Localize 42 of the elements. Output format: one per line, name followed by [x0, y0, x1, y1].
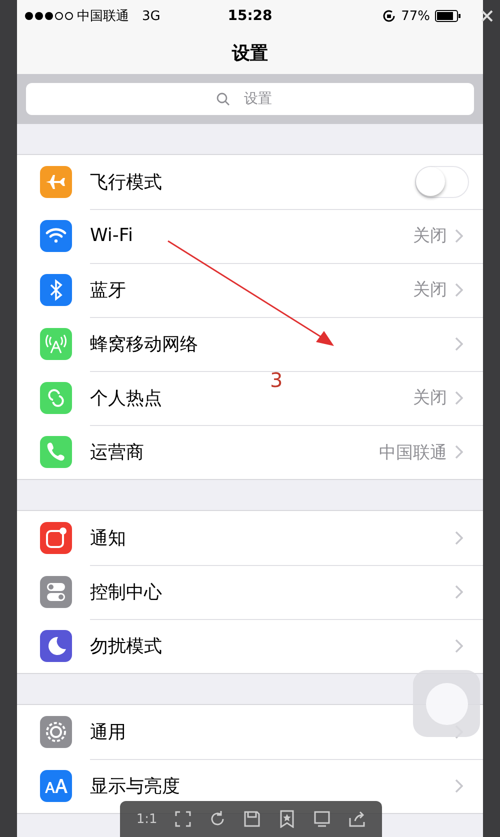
bookmark-star-icon[interactable] [278, 810, 296, 828]
chevron-icon [455, 530, 463, 544]
row-label[interactable]: 飞行模式 [90, 170, 162, 194]
clock: 15:28 [228, 8, 272, 24]
row-label[interactable]: 显示与亮度 [90, 774, 180, 798]
row-label[interactable]: 通知 [90, 526, 126, 550]
search-field[interactable]: 设置 [26, 83, 474, 115]
row-value: 关闭 [413, 279, 447, 301]
signal-icon [24, 11, 74, 21]
save-icon[interactable] [243, 810, 262, 828]
chevron-icon [455, 336, 463, 350]
window-icon[interactable] [312, 810, 331, 828]
chevron-icon [455, 445, 463, 459]
chevron-icon [455, 390, 463, 404]
row-value: 中国联通 [379, 442, 447, 464]
row-label[interactable]: 勿扰模式 [90, 634, 162, 658]
close-icon[interactable] [481, 10, 493, 22]
chevron-icon [455, 282, 463, 296]
row-label[interactable]: 运营商 [90, 440, 144, 464]
carrier-name: 中国联通 [77, 8, 129, 25]
chevron-icon [455, 584, 463, 598]
battery-icon [435, 10, 461, 22]
row-label[interactable]: 通用 [90, 720, 126, 744]
row-value: 关闭 [413, 225, 447, 247]
actual-size-button[interactable]: 1:1 [136, 812, 158, 826]
chevron-icon [455, 639, 463, 653]
page-title: 设置 [232, 42, 268, 65]
row-label[interactable]: 个人热点 [90, 386, 162, 410]
battery-percent: 77% [401, 8, 430, 24]
chevron-icon [455, 228, 463, 242]
rotation-lock-icon [382, 9, 396, 23]
network-type: 3G [142, 8, 160, 24]
toggle-switch[interactable] [415, 166, 469, 198]
share-icon[interactable] [348, 810, 366, 828]
annotation-number: 3 [270, 368, 283, 392]
row-label[interactable]: Wi-Fi [90, 225, 133, 246]
row-label[interactable]: 控制中心 [90, 580, 162, 604]
row-value: 关闭 [413, 387, 447, 409]
row-label[interactable]: 蜂窝移动网络 [90, 332, 198, 356]
row-label[interactable]: 蓝牙 [90, 278, 126, 302]
chevron-icon [455, 779, 463, 793]
fit-screen-icon[interactable] [174, 810, 192, 828]
